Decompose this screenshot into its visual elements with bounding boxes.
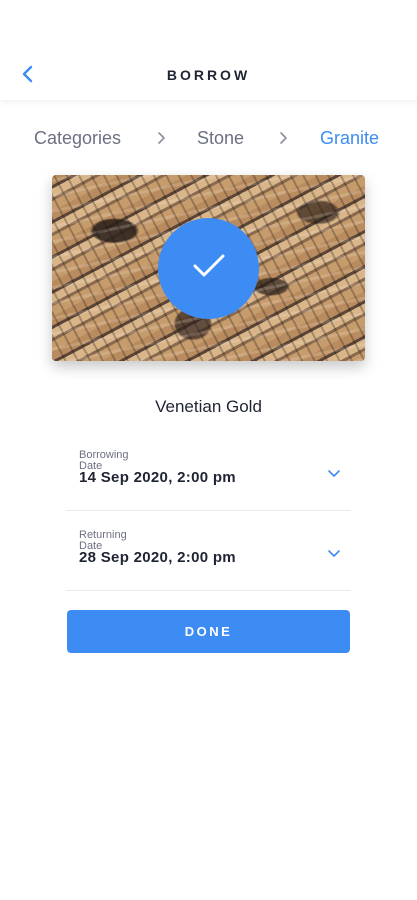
page-title: BORROW [166, 67, 251, 83]
checkmark-icon [192, 253, 226, 284]
product-name: Venetian Gold [155, 397, 262, 416]
breadcrumb-item-granite[interactable]: Granite [320, 128, 379, 149]
breadcrumb: Categories Stone Granite [0, 128, 417, 152]
borrowing-date-field[interactable]: Borrowing Date 14 Sep 2020, 2:00 pm [66, 450, 351, 511]
done-button[interactable]: DONE [67, 610, 350, 653]
chevron-down-icon[interactable] [327, 546, 341, 560]
chevron-right-icon [276, 131, 290, 145]
returning-date-label: Returning Date [79, 529, 127, 552]
borrowing-date-value: 14 Sep 2020, 2:00 pm [79, 470, 236, 486]
chevron-down-icon[interactable] [327, 466, 341, 480]
returning-date-field[interactable]: Returning Date 28 Sep 2020, 2:00 pm [66, 530, 351, 591]
returning-date-value: 28 Sep 2020, 2:00 pm [79, 550, 236, 566]
breadcrumb-item-stone[interactable]: Stone [197, 128, 244, 149]
app-header: BORROW [0, 0, 417, 100]
chevron-right-icon [154, 131, 168, 145]
selected-badge [158, 218, 259, 319]
borrowing-date-label: Borrowing Date [79, 449, 129, 472]
breadcrumb-item-categories[interactable]: Categories [34, 128, 121, 149]
